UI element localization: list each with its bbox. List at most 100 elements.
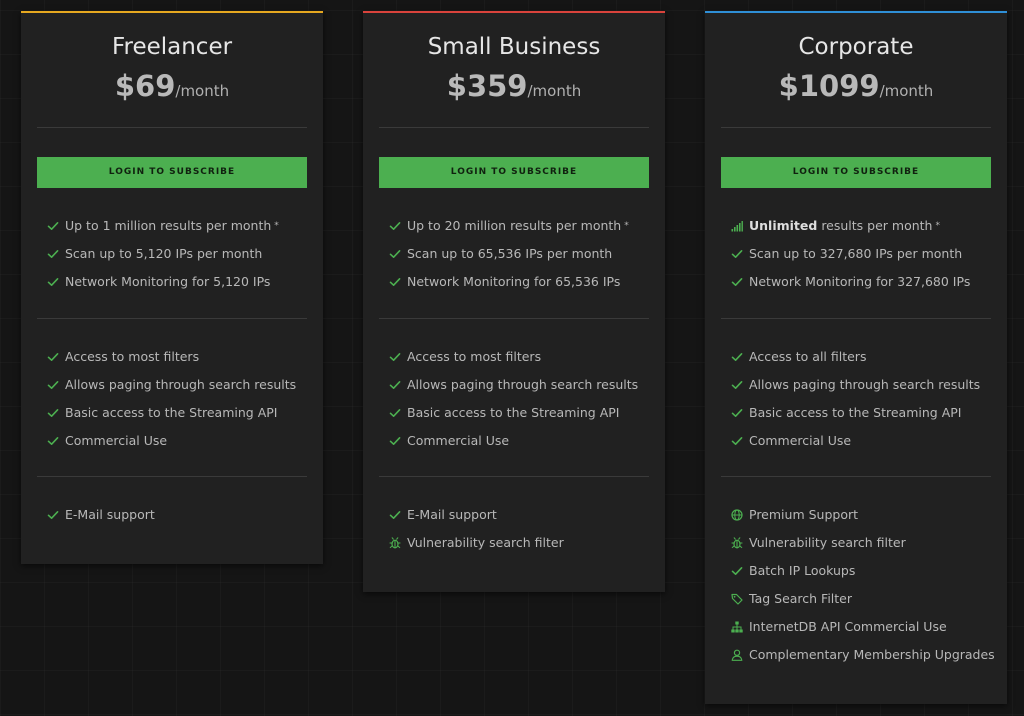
support-features-list: Premium Support Vulnerability search filt… [721,501,995,669]
check-icon [47,379,59,391]
list-item: Unlimited results per month * [721,212,991,240]
feature-label: Vulnerability search filter [407,535,564,550]
feature-label: Basic access to the Streaming API [65,405,278,420]
access-features-list: Access to most filters Allows paging thr… [37,343,307,455]
list-item: Allows paging through search results [379,371,649,399]
support-features-list: E-Mail support Vulnerability search filte… [379,501,649,557]
list-item: Access to most filters [379,343,649,371]
plan-card-freelancer: Freelancer $69/month LOGIN TO SUBSCRIBE … [21,11,323,564]
check-icon [47,276,59,288]
feature-label: Network Monitoring for 327,680 IPs [749,274,971,289]
list-item: Access to all filters [721,343,991,371]
price-amount: $1099 [778,69,880,103]
feature-label: Access to most filters [65,349,200,364]
feature-label: Basic access to the Streaming API [749,405,962,420]
price-period: /month [527,82,582,100]
feature-label: Network Monitoring for 65,536 IPs [407,274,621,289]
login-to-subscribe-button[interactable]: LOGIN TO SUBSCRIBE [721,157,991,188]
login-to-subscribe-button[interactable]: LOGIN TO SUBSCRIBE [379,157,649,188]
list-item: Scan up to 65,536 IPs per month [379,240,649,268]
divider [37,476,307,477]
login-to-subscribe-button[interactable]: LOGIN TO SUBSCRIBE [37,157,307,188]
list-item: Basic access to the Streaming API [721,399,991,427]
support-features-list: E-Mail support [37,501,307,529]
feature-label: InternetDB API Commercial Use [749,619,947,634]
plan-name: Corporate [798,34,914,60]
usage-features-list: Up to 20 million results per month * Scan… [379,212,649,296]
list-item: Scan up to 5,120 IPs per month [37,240,307,268]
feature-label: Vulnerability search filter [749,535,906,550]
check-icon [389,435,401,447]
feature-label: Scan up to 5,120 IPs per month [65,246,263,261]
plan-price: $69/month [37,69,307,103]
list-item: Network Monitoring for 5,120 IPs [37,268,307,296]
check-icon [47,509,59,521]
list-item: E-Mail support [37,501,307,529]
list-item: Up to 1 million results per month * [37,212,307,240]
divider [721,476,991,477]
list-item: Up to 20 million results per month * [379,212,649,240]
list-item: E-Mail support [379,501,649,529]
bug-icon [389,537,401,549]
footnote-asterisk: * [624,221,629,231]
check-icon [731,565,743,577]
feature-label: Allows paging through search results [65,377,297,392]
feature-label: Access to all filters [749,349,867,364]
plan-accent-bar [705,11,1007,13]
check-icon [731,351,743,363]
divider [37,318,307,319]
list-item: Tag Search Filter [721,585,991,613]
list-item: Premium Support [721,501,991,529]
price-period: /month [879,82,934,100]
check-icon [389,379,401,391]
list-item: Commercial Use [721,427,991,455]
check-icon [731,276,743,288]
feature-label: Network Monitoring for 5,120 IPs [65,274,271,289]
sitemap-icon [731,621,743,633]
signal-bars-icon [731,220,743,232]
feature-label: Premium Support [749,507,859,522]
feature-label: Up to 20 million results per month [407,218,622,233]
check-icon [389,276,401,288]
feature-label: Scan up to 65,536 IPs per month [407,246,613,261]
list-item: Basic access to the Streaming API [37,399,307,427]
list-item: Commercial Use [37,427,307,455]
divider [721,318,991,319]
feature-label: Up to 1 million results per month [65,218,272,233]
plan-price: $359/month [379,69,649,103]
plan-name: Small Business [427,34,601,60]
plan-accent-bar [363,11,665,13]
feature-label: Scan up to 327,680 IPs per month [749,246,963,261]
price-amount: $69 [114,69,176,103]
list-item: Allows paging through search results [37,371,307,399]
feature-label: Batch IP Lookups [749,563,856,578]
feature-label: E-Mail support [65,507,155,522]
tag-icon [731,593,743,605]
list-item: Complementary Membership Upgrades [721,641,995,669]
user-icon [731,649,743,661]
check-icon [389,220,401,232]
feature-label: Allows paging through search results [749,377,981,392]
feature-label: Commercial Use [65,433,168,448]
usage-features-list: Unlimited results per month * Scan up to … [721,212,991,296]
check-icon [731,407,743,419]
list-item: Network Monitoring for 65,536 IPs [379,268,649,296]
divider [379,318,649,319]
footnote-asterisk: * [935,221,940,231]
feature-label: Access to most filters [407,349,542,364]
check-icon [389,248,401,260]
list-item: Access to most filters [37,343,307,371]
divider [37,127,307,128]
check-icon [47,220,59,232]
divider [379,476,649,477]
plan-price: $1099/month [721,69,991,103]
check-icon [47,351,59,363]
check-icon [731,435,743,447]
list-item: Basic access to the Streaming API [379,399,649,427]
plan-name: Freelancer [111,34,233,60]
check-icon [731,248,743,260]
footnote-asterisk: * [274,221,279,231]
list-item: Scan up to 327,680 IPs per month [721,240,991,268]
check-icon [47,435,59,447]
list-item: Network Monitoring for 327,680 IPs [721,268,991,296]
